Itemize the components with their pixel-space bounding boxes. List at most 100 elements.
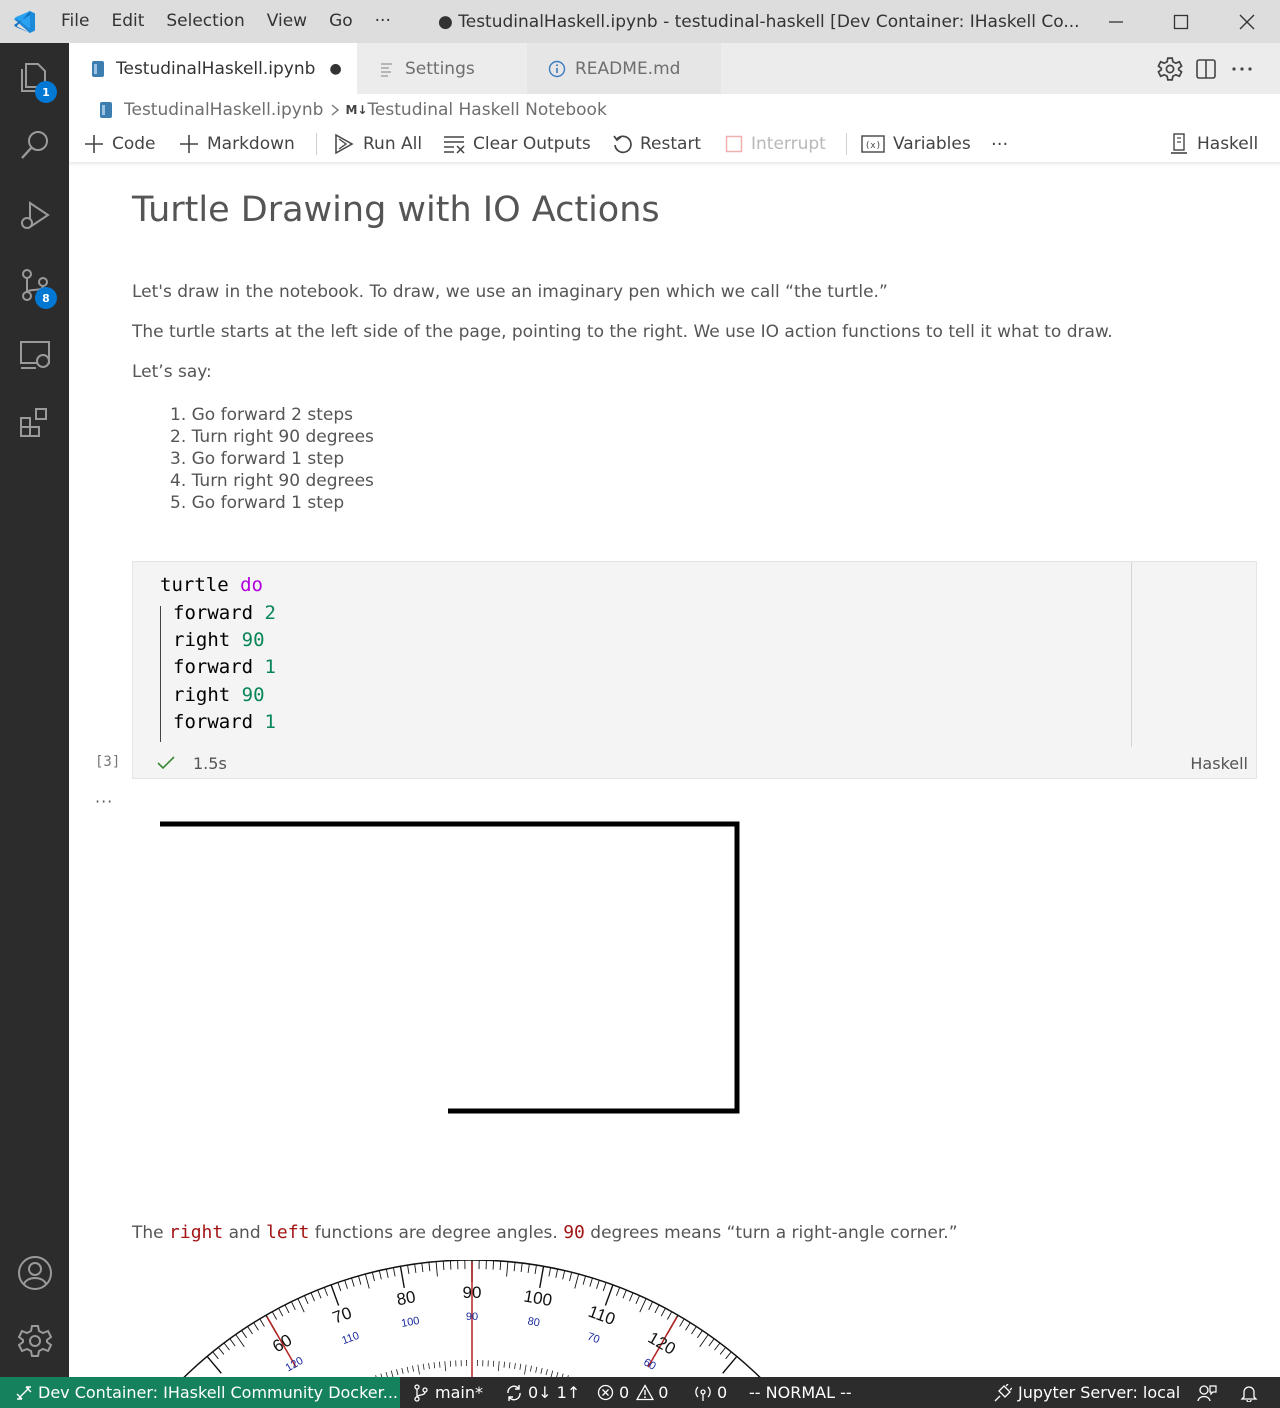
variables-button[interactable]: (x) Variables <box>861 126 971 162</box>
code-line: right 90 <box>173 684 265 706</box>
protractor-tick <box>344 1280 348 1289</box>
interrupt-kernel-button[interactable]: Interrupt <box>725 126 826 162</box>
explorer-badge: 1 <box>35 81 57 103</box>
turtle-output-drawing <box>160 821 740 1114</box>
feedback-button[interactable] <box>1197 1377 1217 1408</box>
list-item: 1. Go forward 2 steps <box>170 405 354 425</box>
split-editor-icon[interactable] <box>1195 58 1217 80</box>
protractor-tick <box>506 1261 509 1277</box>
toolbar-divider <box>846 133 847 155</box>
breadcrumb-section[interactable]: Testudinal Haskell Notebook <box>367 100 606 120</box>
protractor-tick <box>206 1355 222 1374</box>
protractor-tick <box>527 1263 530 1273</box>
code-editor[interactable]: turtle do forward 2 right 90 forward 1 r… <box>133 562 1133 747</box>
menu-file[interactable]: File <box>50 0 100 43</box>
menu-go[interactable]: Go <box>318 0 364 43</box>
protractor-tick <box>421 1263 424 1273</box>
search-button[interactable] <box>0 115 69 175</box>
protractor-inner-tick <box>497 1361 500 1372</box>
breadcrumb-file[interactable]: TestudinalHaskell.ipynb <box>124 100 323 120</box>
warning-count: 0 <box>658 1383 669 1402</box>
code-cell[interactable]: turtle do forward 2 right 90 forward 1 r… <box>132 561 1257 779</box>
run-all-label: Run All <box>363 134 423 154</box>
protractor-tick <box>284 1304 290 1314</box>
protractor-tick <box>569 1272 573 1282</box>
sync-indicator[interactable]: 0↓ 1↑ <box>505 1377 580 1408</box>
notifications-button[interactable] <box>1240 1377 1258 1408</box>
explorer-button[interactable]: 1 <box>0 47 69 107</box>
menu-more[interactable]: ··· <box>364 0 402 43</box>
remote-label: Dev Container: IHaskell Community Docker… <box>38 1383 399 1402</box>
protractor-inner-label: 90 <box>466 1311 478 1323</box>
protractor-image: 60 70 80 90 100 110 120 120 110 100 90 80 70 60 <box>183 1260 761 1377</box>
source-control-button[interactable]: 8 <box>0 255 69 315</box>
maximize-icon <box>1173 14 1189 29</box>
protractor-tick <box>290 1301 296 1310</box>
more-toolbar-button[interactable]: ··· <box>991 126 1008 162</box>
branch-indicator[interactable]: main* <box>413 1377 483 1408</box>
jupyter-server-indicator[interactable]: Jupyter Server: local <box>994 1377 1180 1408</box>
add-code-cell-button[interactable]: Code <box>84 126 156 162</box>
broadcast-icon <box>695 1386 711 1401</box>
maximize-button[interactable] <box>1151 0 1211 43</box>
tab-testudinal-notebook[interactable]: TestudinalHaskell.ipynb ● <box>69 43 357 94</box>
remote-explorer-button[interactable] <box>0 325 69 385</box>
dirty-indicator-icon[interactable]: ● <box>329 61 341 77</box>
add-markdown-cell-button[interactable]: Markdown <box>179 126 295 162</box>
plug-icon <box>994 1383 1012 1401</box>
protractor-tick <box>574 1273 580 1289</box>
markdown-paragraph: Let's draw in the notebook. To draw, we … <box>132 282 888 302</box>
protractor-inner-label: 70 <box>586 1331 602 1346</box>
tab-label: Settings <box>405 58 475 79</box>
remote-explorer-icon <box>19 341 50 369</box>
output-more-button[interactable]: ··· <box>95 792 113 811</box>
protractor-tick <box>414 1263 417 1273</box>
code-line: right 90 <box>173 629 265 651</box>
protractor-inner-tick <box>519 1363 522 1370</box>
activity-bar: 1 8 <box>0 43 69 1377</box>
protractor-inner-label: 120 <box>284 1355 306 1375</box>
protractor-inner-tick <box>412 1365 415 1372</box>
protractor-tick <box>513 1262 516 1272</box>
problems-indicator[interactable]: 0 0 <box>597 1377 668 1408</box>
tab-readme[interactable]: README.md <box>527 43 721 94</box>
list-item: 4. Turn right 90 degrees <box>170 471 374 491</box>
restart-kernel-button[interactable]: Restart <box>612 126 701 162</box>
accounts-button[interactable] <box>0 1243 69 1303</box>
protractor-inner-tick <box>422 1363 425 1370</box>
ports-indicator[interactable]: 0 <box>694 1377 727 1408</box>
menu-view[interactable]: View <box>256 0 318 43</box>
cell-language[interactable]: Haskell <box>1190 754 1248 773</box>
protractor-tick <box>271 1311 278 1320</box>
svg-text:(x): (x) <box>865 141 881 151</box>
protractor-tick <box>323 1287 328 1296</box>
protractor-tick <box>317 1289 322 1299</box>
protractor-inner-tick <box>545 1369 548 1376</box>
protractor-tick <box>639 1298 647 1313</box>
menu-edit[interactable]: Edit <box>100 0 155 43</box>
minimize-button[interactable] <box>1086 0 1146 43</box>
menu-selection[interactable]: Selection <box>155 0 255 43</box>
protractor-tick <box>259 1318 265 1327</box>
interrupt-label: Interrupt <box>751 134 826 154</box>
close-window-button[interactable] <box>1217 0 1277 43</box>
manage-button[interactable] <box>0 1311 69 1371</box>
markdown-paragraph: Let’s say: <box>132 362 212 382</box>
clear-outputs-button[interactable]: Clear Outputs <box>443 126 591 162</box>
protractor-inner-tick <box>438 1361 441 1368</box>
protractor-inner-tick <box>524 1364 527 1375</box>
protractor-tick <box>589 1277 593 1287</box>
kernel-picker[interactable]: Haskell <box>1169 126 1258 162</box>
tab-settings[interactable]: Settings <box>357 43 527 94</box>
feedback-icon <box>1197 1384 1217 1401</box>
clear-all-icon <box>444 136 465 154</box>
protractor-tick <box>223 1342 230 1351</box>
more-actions-icon[interactable] <box>1231 58 1253 80</box>
remote-icon <box>16 1385 32 1400</box>
run-all-button[interactable]: Run All <box>333 126 422 162</box>
remote-indicator[interactable]: Dev Container: IHaskell Community Docker… <box>0 1377 400 1408</box>
gear-icon[interactable] <box>1157 56 1183 82</box>
protractor-inner-tick <box>529 1365 532 1372</box>
extensions-button[interactable] <box>0 393 69 453</box>
run-debug-button[interactable] <box>0 185 69 245</box>
